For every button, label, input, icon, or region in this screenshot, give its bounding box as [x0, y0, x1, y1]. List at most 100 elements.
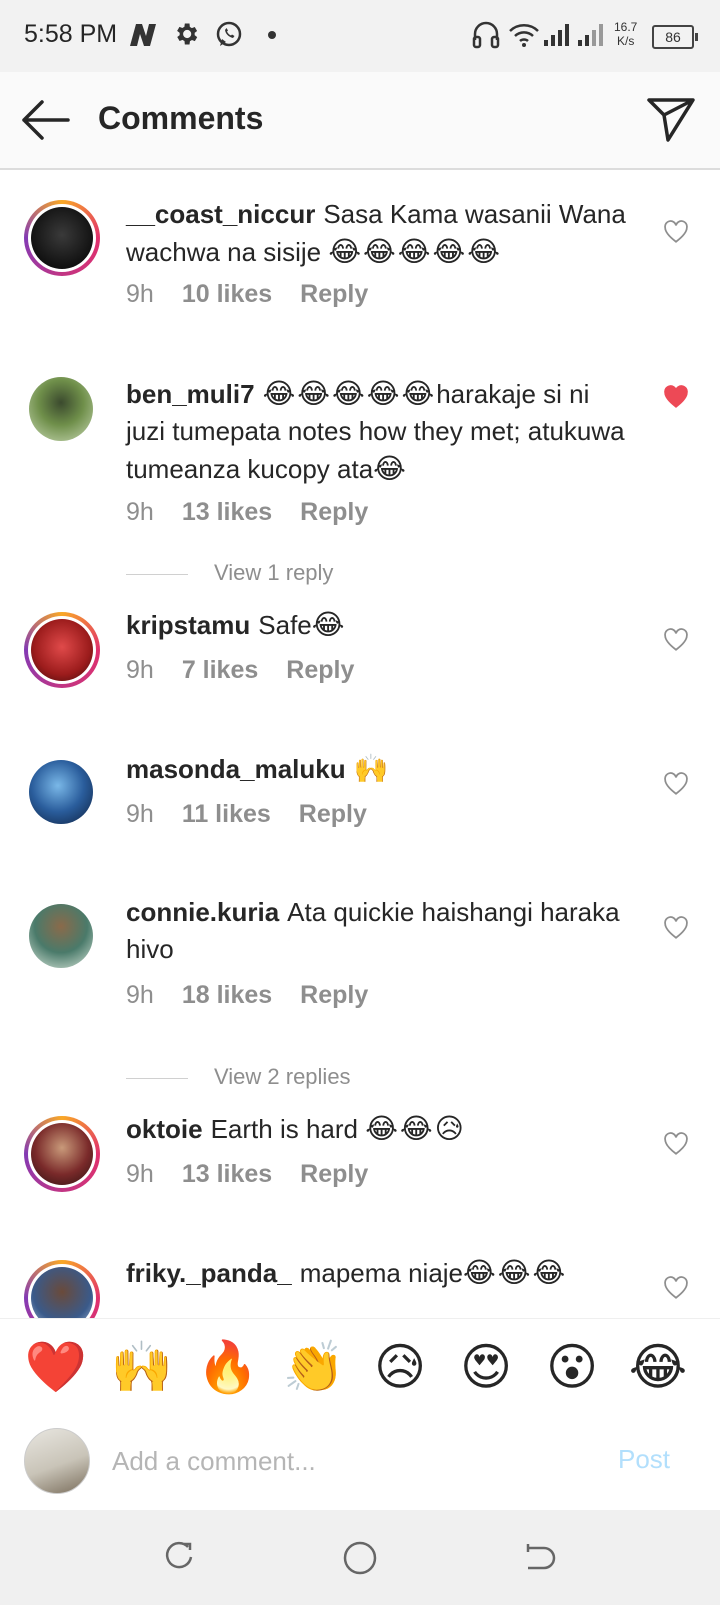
avatar	[24, 1428, 90, 1494]
emoji-heart-eyes-button[interactable]: 😍	[454, 1335, 518, 1399]
avatar[interactable]	[29, 377, 93, 441]
comment-likes[interactable]: 7 likes	[182, 656, 258, 684]
comment-input[interactable]	[110, 1440, 594, 1482]
comment-time: 9h	[126, 1160, 154, 1188]
comment-meta: 9h 13 likes Reply	[126, 498, 396, 527]
comment-text: oktoie Earth is hard 😂😂😥	[126, 1110, 626, 1148]
network-speed-value: 16.7	[614, 20, 638, 34]
heart-outline-icon[interactable]	[663, 1276, 689, 1300]
view-replies-button[interactable]: View 1 reply	[126, 560, 333, 586]
home-icon[interactable]	[342, 1540, 378, 1576]
comment-username[interactable]: oktoie	[126, 1114, 203, 1144]
avatar[interactable]	[24, 200, 100, 276]
reply-button[interactable]: Reply	[286, 656, 354, 684]
reply-button[interactable]: Reply	[300, 498, 368, 526]
emoji-sad-button[interactable]: 😥	[368, 1335, 432, 1399]
whatsapp-icon	[216, 21, 242, 47]
recent-apps-icon[interactable]	[162, 1540, 196, 1574]
comment-time: 9h	[126, 981, 154, 1009]
comment-likes[interactable]: 13 likes	[182, 498, 272, 526]
comment-text: masonda_maluku 🙌	[126, 750, 626, 788]
avatar[interactable]	[29, 904, 93, 968]
gear-icon	[177, 23, 198, 45]
reply-button[interactable]: Reply	[300, 280, 368, 308]
reply-button[interactable]: Reply	[300, 981, 368, 1009]
avatar[interactable]	[24, 1260, 100, 1318]
emoji-surprised-button[interactable]: 😮	[540, 1335, 604, 1399]
n-icon	[130, 24, 156, 46]
network-speed-unit: K/s	[617, 34, 635, 48]
comment-body: Safe	[258, 610, 312, 640]
status-time: 5:58 PM	[24, 20, 118, 48]
comment-likes[interactable]: 10 likes	[182, 280, 272, 308]
back-arrow-icon[interactable]	[20, 96, 72, 144]
comment-time: 9h	[126, 280, 154, 308]
avatar[interactable]	[29, 760, 93, 824]
comment-username[interactable]: friky._panda_	[126, 1258, 292, 1288]
comment-emoji: 😂😂😂😂😂	[262, 378, 437, 409]
comment-likes[interactable]: 18 likes	[182, 981, 272, 1009]
comment-list[interactable]: __coast_niccur Sasa Kama wasanii Wana wac…	[0, 170, 720, 1318]
comment-meta: 9h 11 likes Reply	[126, 800, 395, 829]
emoji-heart-button[interactable]: ❤️	[24, 1335, 88, 1399]
comment-text: ben_muli7 😂😂😂😂😂harakaje si ni juzi tumepa…	[126, 375, 626, 488]
heart-outline-icon[interactable]	[663, 220, 689, 244]
emoji-clap-button[interactable]: 👏	[282, 1335, 346, 1399]
comment-text: friky._panda_ mapema niaje😂😂😂	[126, 1254, 626, 1292]
network-speed: 16.7 K/s	[614, 20, 637, 48]
reply-button[interactable]: Reply	[299, 800, 367, 828]
comment-emoji: 🙌	[353, 753, 391, 784]
comment-username[interactable]: masonda_maluku	[126, 754, 346, 784]
comment-meta: 9h 18 likes Reply	[126, 981, 396, 1010]
divider	[126, 573, 188, 575]
emoji-laughing-button[interactable]: 😂	[626, 1335, 690, 1399]
comment-emoji: 😂	[311, 609, 347, 640]
comment-meta: 9h 10 likes Reply	[126, 280, 396, 309]
view-replies-label: View 1 reply	[214, 560, 334, 585]
reply-button[interactable]: Reply	[300, 1160, 368, 1188]
comment-likes[interactable]: 13 likes	[182, 1160, 272, 1188]
emoji-fire-button[interactable]: 🔥	[196, 1335, 260, 1399]
comment-likes[interactable]: 11 likes	[182, 800, 271, 828]
comment-body: Earth is hard	[210, 1114, 358, 1144]
comment-composer: Post	[0, 1412, 720, 1510]
avatar[interactable]	[24, 1116, 100, 1192]
heart-filled-icon[interactable]	[663, 385, 689, 409]
signal-icon	[578, 24, 603, 46]
comment-emoji: 😂😂😥	[365, 1113, 466, 1144]
heart-outline-icon[interactable]	[663, 772, 689, 796]
back-icon[interactable]	[522, 1540, 556, 1574]
comment-username[interactable]: kripstamu	[126, 610, 250, 640]
comment-username[interactable]: __coast_niccur	[126, 199, 315, 229]
view-replies-label: View 2 replies	[214, 1064, 351, 1089]
battery-icon: 86	[652, 25, 698, 49]
dot-icon	[268, 31, 276, 39]
comment-emoji: 😂😂😂😂😂	[328, 236, 502, 267]
comments-header: Comments	[0, 72, 720, 170]
comment-text: kripstamu Safe😂	[126, 606, 626, 644]
signal-icon	[544, 24, 569, 46]
comment-username[interactable]: ben_muli7	[126, 379, 255, 409]
comment-meta: 9h 13 likes Reply	[126, 1160, 396, 1189]
comment-username[interactable]: connie.kuria	[126, 897, 279, 927]
headphones-icon	[472, 21, 500, 49]
comment-time: 9h	[126, 800, 154, 828]
avatar[interactable]	[24, 612, 100, 688]
comment-time: 9h	[126, 498, 154, 526]
page-title: Comments	[98, 100, 264, 136]
wifi-icon	[509, 24, 539, 47]
heart-outline-icon[interactable]	[663, 628, 689, 652]
post-button[interactable]: Post	[618, 1444, 670, 1475]
comment-time: 9h	[126, 656, 154, 684]
heart-outline-icon[interactable]	[663, 916, 689, 940]
comment-meta: 9h 7 likes Reply	[126, 656, 382, 685]
send-icon[interactable]	[646, 96, 696, 142]
status-bar: 5:58 PM 16.7 K/s 86	[0, 0, 720, 72]
comment-emoji: 😂😂😂	[463, 1257, 568, 1288]
emoji-raising-hands-button[interactable]: 🙌	[110, 1335, 174, 1399]
divider	[126, 1077, 188, 1079]
heart-outline-icon[interactable]	[663, 1132, 689, 1156]
system-nav-bar	[0, 1510, 720, 1605]
view-replies-button[interactable]: View 2 replies	[126, 1064, 351, 1090]
comment-emoji: 😂	[373, 453, 408, 484]
